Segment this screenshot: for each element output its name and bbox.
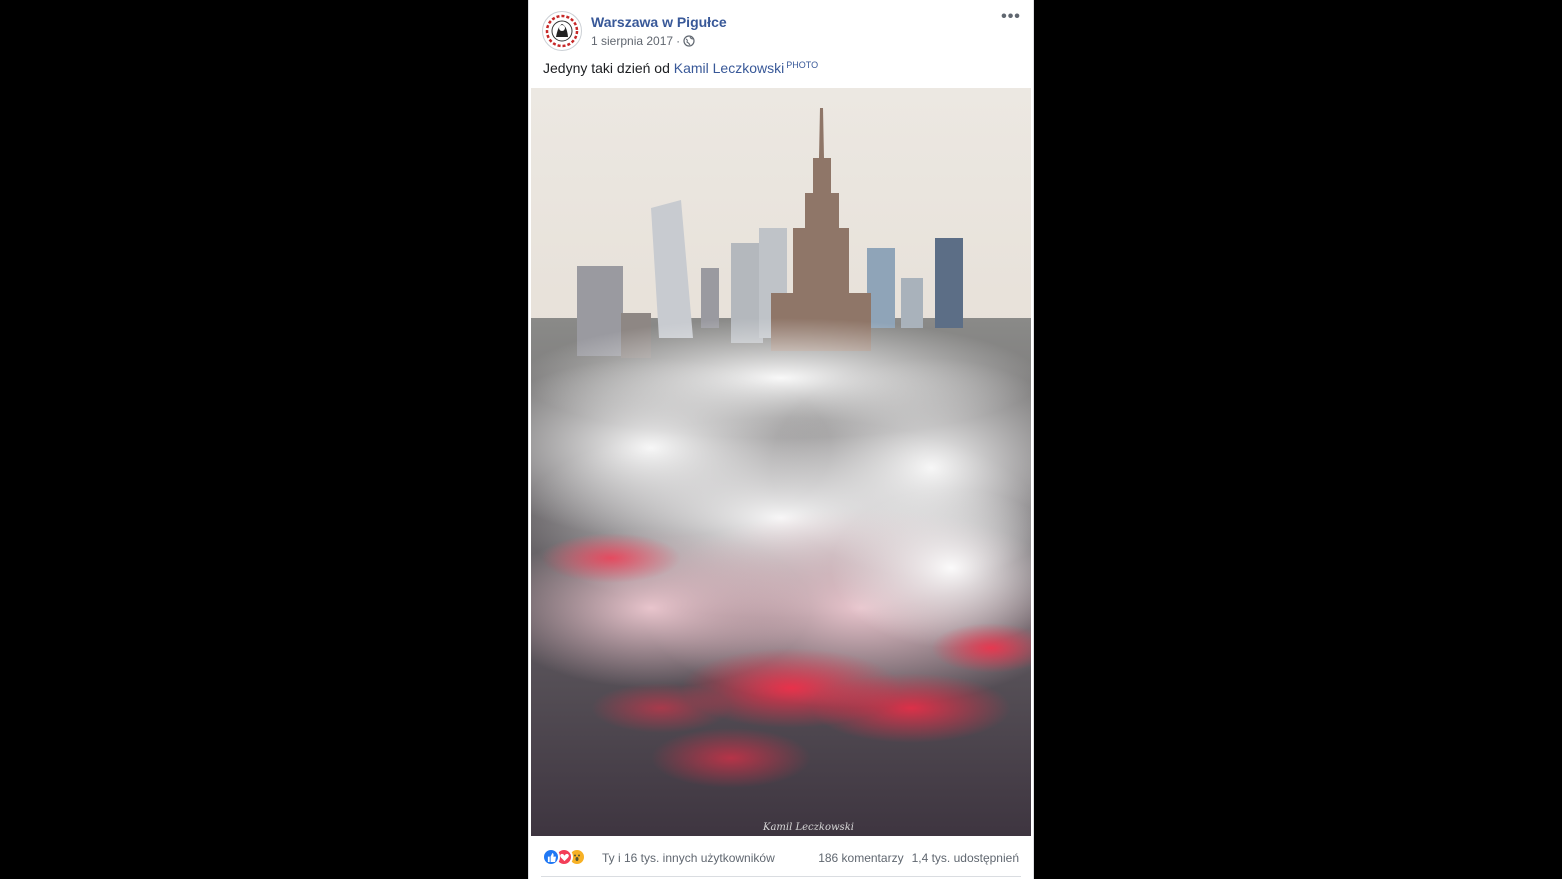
author-link[interactable]: Kamil Leczkowski [674,60,784,76]
shares-count[interactable]: 1,4 tys. udostępnień [912,851,1019,865]
engagement-counts: 186 komentarzy 1,4 tys. udostępnień [818,851,1019,865]
facebook-post: Warszawa w Pigułce 1 sierpnia 2017 · •••… [528,0,1034,879]
post-meta: 1 sierpnia 2017 · [591,34,695,48]
footer-divider [541,876,1021,877]
page-avatar[interactable] [542,11,582,51]
like-icon [542,848,560,866]
photo-tag: PHOTO [786,60,819,70]
post-date[interactable]: 1 sierpnia 2017 [591,34,673,48]
post-footer: Ty i 16 tys. innych użytkowników 186 kom… [529,836,1033,879]
reaction-summary[interactable]: Ty i 16 tys. innych użytkowników [602,851,775,865]
more-options-button[interactable]: ••• [1001,9,1021,28]
reaction-icons[interactable] [542,848,586,866]
meta-separator: · [676,34,681,48]
post-photo[interactable]: Kamil Leczkowski [531,88,1031,836]
post-caption: Jedyny taki dzień od Kamil Leczkowski PHO… [543,60,818,76]
page-name-link[interactable]: Warszawa w Pigułce [591,14,727,30]
globe-icon [683,35,695,47]
post-header: Warszawa w Pigułce 1 sierpnia 2017 · •••… [529,0,1033,88]
warsaw-smoke-image: Kamil Leczkowski [531,88,1031,836]
caption-text: Jedyny taki dzień od [543,60,670,76]
photo-signature: Kamil Leczkowski [762,822,854,833]
comments-count[interactable]: 186 komentarzy [818,851,903,865]
